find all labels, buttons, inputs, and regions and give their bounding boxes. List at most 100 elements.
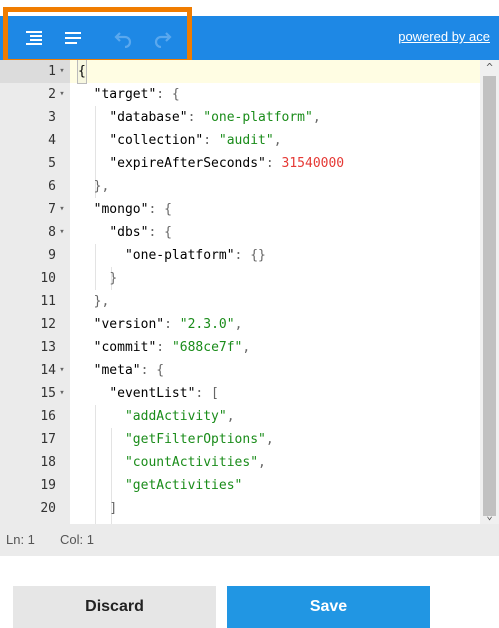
string-token: "getActivities" xyxy=(124,478,243,493)
code-text: "addActivity", xyxy=(78,405,235,428)
code-text: "target": { xyxy=(78,83,180,106)
text-token: : xyxy=(203,133,219,148)
text-token: , xyxy=(312,110,321,125)
text-token: , xyxy=(226,409,235,424)
line-number: 18 xyxy=(40,455,56,470)
key-token: "eventList" xyxy=(109,386,196,401)
code-text: "mongo": { xyxy=(78,198,172,221)
scroll-up-icon[interactable]: ^ xyxy=(480,60,499,76)
code-line[interactable]: 5 "expireAfterSeconds": 31540000 xyxy=(0,152,480,175)
code-line[interactable]: 10 } xyxy=(0,267,480,290)
code-line[interactable]: 12 "version": "2.3.0", xyxy=(0,313,480,336)
code-text: "getFilterOptions", xyxy=(78,428,274,451)
text-token: : { xyxy=(148,202,172,217)
line-number: 4 xyxy=(48,133,56,148)
scroll-down-icon[interactable]: ⌄ xyxy=(480,508,499,524)
key-token: "commit" xyxy=(93,340,157,355)
code-line[interactable]: 11 }, xyxy=(0,290,480,313)
fold-toggle-icon[interactable]: ▾ xyxy=(56,60,68,83)
code-text: ] xyxy=(78,497,117,520)
text-token: : {} xyxy=(234,248,266,263)
key-token: "target" xyxy=(93,87,157,102)
text-token: : { xyxy=(148,225,172,240)
fold-toggle-icon[interactable]: ▾ xyxy=(56,198,68,221)
key-token: "collection" xyxy=(109,133,204,148)
string-token: "addActivity" xyxy=(124,409,227,424)
code-text: "expireAfterSeconds": 31540000 xyxy=(78,152,344,175)
line-number: 6 xyxy=(48,179,56,194)
text-token: : xyxy=(265,156,282,171)
text-token: { xyxy=(77,60,87,84)
code-line[interactable]: 20 ] xyxy=(0,497,480,520)
code-text: "dbs": { xyxy=(78,221,172,244)
code-editor[interactable]: 1 ▾{2 ▾ "target": {3 "database": "one-plat… xyxy=(0,60,499,524)
text-token: : { xyxy=(156,87,180,102)
key-token: "version" xyxy=(93,317,165,332)
key-token: "database" xyxy=(109,110,188,125)
code-text: }, xyxy=(78,290,110,313)
text-token: : xyxy=(164,317,180,332)
vertical-scrollbar[interactable]: ^ ⌄ xyxy=(480,60,499,524)
line-number: 17 xyxy=(40,432,56,447)
code-text: "collection": "audit", xyxy=(78,129,282,152)
string-token: "one-platform" xyxy=(203,110,313,125)
code-line[interactable]: 8 ▾ "dbs": { xyxy=(0,221,480,244)
line-number: 20 xyxy=(40,501,56,516)
code-line[interactable]: 18 "countActivities", xyxy=(0,451,480,474)
cursor-line-status: Ln: 1 xyxy=(6,532,35,547)
text-token: , xyxy=(265,432,274,447)
code-line[interactable]: 1 ▾{ xyxy=(0,60,480,84)
string-token: "countActivities" xyxy=(124,455,259,470)
code-line[interactable]: 13 "commit": "688ce7f", xyxy=(0,336,480,359)
string-token: "audit" xyxy=(218,133,274,148)
fold-toggle-icon[interactable]: ▾ xyxy=(56,382,68,405)
code-line[interactable]: 7 ▾ "mongo": { xyxy=(0,198,480,221)
text-token: : xyxy=(187,110,204,125)
code-line[interactable]: 19 "getActivities" xyxy=(0,474,480,497)
fold-toggle-icon[interactable]: ▾ xyxy=(56,83,68,106)
code-line[interactable]: 3 "database": "one-platform", xyxy=(0,106,480,129)
save-button[interactable]: Save xyxy=(227,586,430,628)
key-token: "expireAfterSeconds" xyxy=(109,156,266,171)
code-line[interactable]: 14 ▾ "meta": { xyxy=(0,359,480,382)
fold-toggle-icon[interactable]: ▾ xyxy=(56,221,68,244)
text-token: : xyxy=(156,340,172,355)
powered-by-ace-link[interactable]: powered by ace xyxy=(398,29,490,44)
code-text: { xyxy=(77,60,87,84)
scroll-thumb[interactable] xyxy=(483,76,496,516)
fold-toggle-icon[interactable]: ▾ xyxy=(56,359,68,382)
line-number: 16 xyxy=(40,409,56,424)
code-line[interactable]: 15 ▾ "eventList": [ xyxy=(0,382,480,405)
line-number: 13 xyxy=(40,340,56,355)
number-token: 31540000 xyxy=(281,156,345,171)
code-line[interactable]: 17 "getFilterOptions", xyxy=(0,428,480,451)
code-line[interactable]: 4 "collection": "audit", xyxy=(0,129,480,152)
discard-button[interactable]: Discard xyxy=(13,586,216,628)
code-text: "eventList": [ xyxy=(78,382,219,405)
code-line[interactable]: 9 "one-platform": {} xyxy=(0,244,480,267)
code-line[interactable]: 2 ▾ "target": { xyxy=(0,83,480,106)
code-line[interactable]: 6 }, xyxy=(0,175,480,198)
text-token: , xyxy=(273,133,282,148)
status-bar: Ln: 1 Col: 1 xyxy=(0,524,499,556)
code-text: "meta": { xyxy=(78,359,164,382)
code-line[interactable]: 16 "addActivity", xyxy=(0,405,480,428)
key-token: "dbs" xyxy=(109,225,149,240)
